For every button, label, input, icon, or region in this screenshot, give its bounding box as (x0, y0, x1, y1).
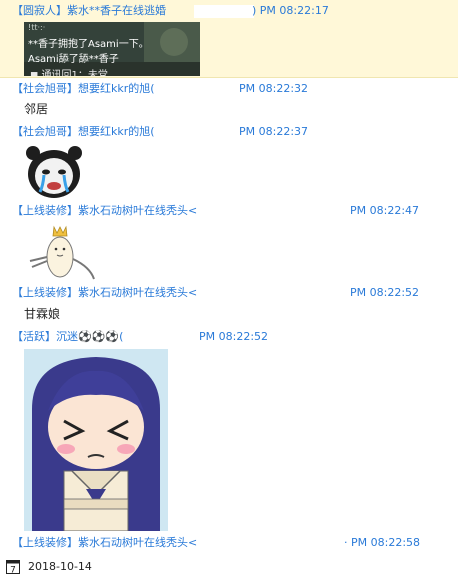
sender-name[interactable]: 【圆寂人】紫水**香子在线逃婚 (12, 3, 166, 19)
message-time: PM 08:22:52 (350, 286, 420, 299)
sender-name[interactable]: 【上线装修】紫水石动树叶在线秃头< (12, 203, 197, 219)
message-header: 【圆寂人】紫水**香子在线逃婚 ) PM 08:22:17 (0, 3, 458, 19)
message-time: PM 08:22:52 (199, 330, 269, 343)
chat-history[interactable]: 【圆寂人】紫水**香子在线逃婚 ) PM 08:22:17 !tt·:· **香… (0, 0, 458, 553)
sender-name[interactable]: 【社会旭哥】想要红kkr的旭( (12, 81, 155, 97)
anime-girl-sticker[interactable] (24, 349, 168, 531)
message-time: ) PM 08:22:17 (252, 4, 329, 17)
date-label: 2018-10-14 (28, 560, 92, 573)
game-text-line: **香子拥抱了Asami一下。 (28, 39, 149, 50)
message-header: 【活跃】沉迷⚽⚽⚽( PM 08:22:52 (0, 329, 458, 345)
message-time: PM 08:22:37 (239, 125, 309, 138)
message-time: PM 08:22:47 (350, 204, 420, 217)
message-header: 【上线装修】紫水石动树叶在线秃头< · PM 08:22:58 (0, 535, 458, 551)
sender-name[interactable]: 【上线装修】紫水石动树叶在线秃头< (12, 285, 197, 301)
sender-name[interactable]: 【上线装修】紫水石动树叶在线秃头< (12, 535, 197, 551)
calendar-day-glyph: 7 (10, 566, 16, 575)
redacted-area (194, 5, 254, 18)
message-time: PM 08:22:32 (239, 82, 309, 95)
crown-blob-sticker[interactable] (24, 223, 100, 281)
message-text: 邻居 (24, 102, 49, 116)
sender-name[interactable]: 【社会旭哥】想要红kkr的旭( (12, 124, 155, 140)
sender-name[interactable]: 【活跃】沉迷⚽⚽⚽( (12, 329, 123, 345)
calendar-icon[interactable]: 7 (6, 560, 20, 574)
game-text-line: !tt·:· (28, 23, 46, 32)
message-time: · PM 08:22:58 (344, 536, 421, 549)
message-header: 【上线装修】紫水石动树叶在线秃头< PM 08:22:52 (0, 285, 458, 301)
panda-meme-sticker[interactable] (24, 144, 84, 198)
game-text-line: ◼ 通讯回1：未党 (30, 70, 108, 76)
message-text: 甘霖娘 (24, 307, 61, 321)
message-header: 【上线装修】紫水石动树叶在线秃头< PM 08:22:47 (0, 203, 458, 219)
game-screenshot-image[interactable]: !tt·:· **香子拥抱了Asami一下。 Asami舔了舔**香子 ◼ 通讯… (24, 22, 200, 76)
message-header: 【社会旭哥】想要红kkr的旭( PM 08:22:32 (0, 81, 458, 97)
message-header: 【社会旭哥】想要红kkr的旭( PM 08:22:37 (0, 124, 458, 140)
game-text-line: Asami舔了舔**香子 (28, 54, 119, 65)
